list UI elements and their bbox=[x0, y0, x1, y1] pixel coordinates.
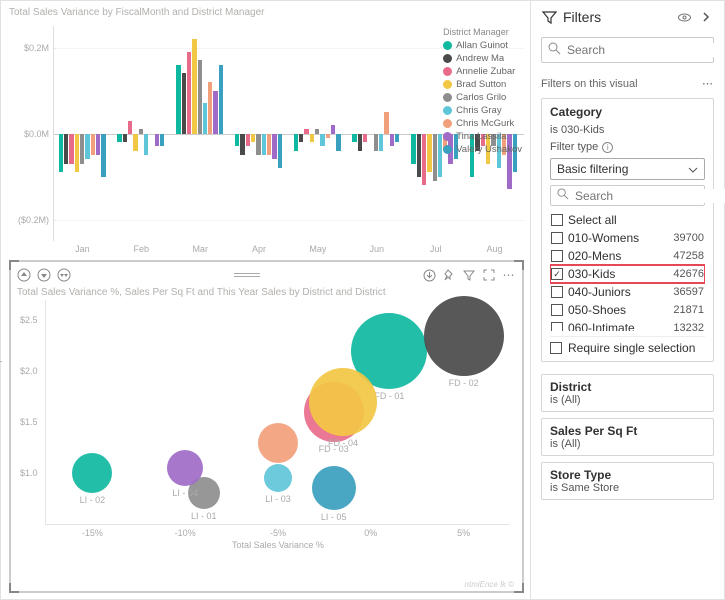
legend-item[interactable]: Allan Guinot bbox=[443, 40, 522, 51]
collapse-pane-icon[interactable] bbox=[698, 9, 714, 25]
check-row[interactable]: 030-Kids42676 bbox=[550, 265, 705, 283]
legend-item[interactable]: Chris Gray bbox=[443, 105, 522, 116]
more-options-icon[interactable]: ⋯ bbox=[502, 268, 516, 282]
scatter-x-label: Total Sales Variance % bbox=[232, 540, 324, 550]
x-axis-label: Aug bbox=[465, 241, 524, 254]
attribution-text: ntmiEnce lk © bbox=[465, 580, 514, 589]
legend-item[interactable]: Brad Sutton bbox=[443, 79, 522, 90]
bubble-FD - 04[interactable] bbox=[309, 368, 377, 436]
filters-search[interactable] bbox=[541, 37, 714, 63]
x-axis-label: Jan bbox=[53, 241, 112, 254]
filter-card[interactable]: Districtis (All) bbox=[541, 374, 714, 412]
filter-card-subtitle: is 030-Kids bbox=[550, 124, 705, 136]
filter-icon[interactable] bbox=[462, 268, 476, 282]
filter-values-search[interactable] bbox=[550, 185, 705, 206]
drill-up-icon[interactable] bbox=[17, 268, 31, 282]
check-row[interactable]: 020-Mens47258 bbox=[550, 247, 705, 265]
filter-card-title: Category bbox=[550, 105, 705, 119]
bar-chart-legend: District Manager Allan GuinotAndrew MaAn… bbox=[443, 27, 522, 157]
checkbox[interactable] bbox=[551, 286, 563, 298]
check-row[interactable]: 060-Intimate13232 bbox=[550, 319, 705, 331]
checkbox[interactable] bbox=[551, 268, 563, 280]
x-axis-label: May bbox=[289, 241, 348, 254]
chevron-down-icon bbox=[688, 162, 698, 176]
bubble-LI - 05[interactable] bbox=[312, 466, 356, 510]
focus-mode-icon[interactable] bbox=[482, 268, 496, 282]
require-single-label: Require single selection bbox=[568, 341, 695, 355]
section-more-icon[interactable]: ⋯ bbox=[702, 77, 714, 90]
search-icon bbox=[557, 188, 569, 203]
expand-all-icon[interactable] bbox=[57, 268, 71, 282]
bar-chart-title: Total Sales Variance by FiscalMonth and … bbox=[9, 7, 524, 18]
filter-card[interactable]: Sales Per Sq Ftis (All) bbox=[541, 418, 714, 456]
view-icon[interactable] bbox=[676, 9, 692, 25]
check-row[interactable]: 010-Womens39700 bbox=[550, 229, 705, 247]
bubble-LI - 03[interactable] bbox=[264, 464, 292, 492]
filter-card-category[interactable]: Category is 030-Kids Filter type i Basic… bbox=[541, 98, 714, 362]
export-icon[interactable] bbox=[422, 268, 436, 282]
search-icon bbox=[548, 42, 561, 58]
filters-section-label: Filters on this visual bbox=[541, 78, 638, 90]
bubble-[interactable] bbox=[258, 423, 298, 463]
legend-item[interactable]: Annelie Zubar bbox=[443, 66, 522, 77]
info-icon[interactable]: i bbox=[602, 142, 613, 153]
filter-type-select[interactable]: Basic filtering bbox=[550, 158, 705, 180]
x-axis-label: Apr bbox=[230, 241, 289, 254]
filter-type-label: Filter type bbox=[550, 141, 598, 153]
check-row[interactable]: 050-Shoes21871 bbox=[550, 301, 705, 319]
check-row[interactable]: 040-Juniors36597 bbox=[550, 283, 705, 301]
bar-chart-visual[interactable]: Total Sales Variance by FiscalMonth and … bbox=[9, 7, 524, 254]
checkbox[interactable] bbox=[551, 214, 563, 226]
scatter-chart-title: Total Sales Variance %, Sales Per Sq Ft … bbox=[17, 287, 516, 298]
x-axis-label: Jul bbox=[406, 241, 465, 254]
checkbox[interactable] bbox=[551, 250, 563, 262]
bar-chart-y-axis: $0.2M $0.0M ($0.2M) bbox=[9, 26, 53, 241]
scatter-chart-visual[interactable]: ⋯ Total Sales Variance %, Sales Per Sq F… bbox=[9, 260, 524, 593]
legend-item[interactable]: Carlos Grilo bbox=[443, 92, 522, 103]
scatter-chart-plot[interactable]: Total Sales Variance % $2.5$2.0$1.5$1.0-… bbox=[45, 300, 510, 525]
legend-item[interactable]: Andrew Ma bbox=[443, 53, 522, 64]
legend-item[interactable]: Tina Lassila bbox=[443, 131, 522, 142]
x-axis-label: Jun bbox=[347, 241, 406, 254]
scatter-y-label: Sales Per Sq Ft bbox=[0, 349, 2, 412]
legend-item[interactable]: Chris McGurk bbox=[443, 118, 522, 129]
filters-pane: Filters Filters on this visual ⋯ Categor… bbox=[530, 1, 724, 599]
filters-pane-title: Filters bbox=[563, 9, 670, 25]
bubble-FD - 02[interactable] bbox=[424, 296, 504, 376]
x-axis-label: Mar bbox=[171, 241, 230, 254]
filters-search-input[interactable] bbox=[567, 43, 722, 57]
filter-pane-icon bbox=[541, 9, 557, 25]
check-row-select-all[interactable]: Select all bbox=[550, 211, 705, 229]
bubble-LI - 04[interactable] bbox=[167, 450, 203, 486]
drill-down-icon[interactable] bbox=[37, 268, 51, 282]
x-axis-label: Feb bbox=[112, 241, 171, 254]
checkbox[interactable] bbox=[551, 232, 563, 244]
checkbox[interactable] bbox=[551, 304, 563, 316]
drag-handle-icon[interactable] bbox=[234, 273, 260, 277]
bubble-LI - 02[interactable] bbox=[72, 453, 112, 493]
filter-card[interactable]: Store Typeis Same Store bbox=[541, 462, 714, 500]
checkbox[interactable] bbox=[551, 322, 563, 331]
pin-icon[interactable] bbox=[442, 268, 456, 282]
filter-values-search-input[interactable] bbox=[575, 189, 725, 203]
legend-item[interactable]: Valery Ushakov bbox=[443, 144, 522, 155]
require-single-checkbox[interactable] bbox=[550, 342, 562, 354]
